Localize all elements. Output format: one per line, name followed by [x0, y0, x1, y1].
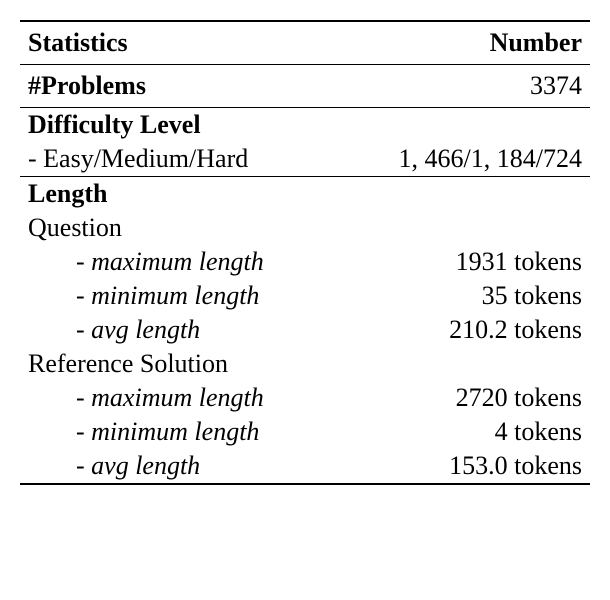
reference-avg-row: - avg length 153.0 tokens — [20, 449, 590, 483]
header-number: Number — [490, 28, 582, 58]
question-label-row: Question — [20, 211, 590, 245]
question-avg-row: - avg length 210.2 tokens — [20, 313, 590, 347]
length-heading: Length — [28, 179, 107, 209]
problems-value: 3374 — [530, 71, 582, 101]
difficulty-value: 1, 466/1, 184/724 — [399, 144, 582, 174]
difficulty-heading: Difficulty Level — [28, 110, 201, 140]
question-min-row: - minimum length 35 tokens — [20, 279, 590, 313]
reference-avg-value: 153.0 tokens — [449, 451, 582, 481]
problems-label: #Problems — [28, 71, 146, 101]
question-max-label: - maximum length — [28, 247, 264, 277]
reference-max-row: - maximum length 2720 tokens — [20, 381, 590, 415]
reference-min-label: - minimum length — [28, 417, 259, 447]
question-max-row: - maximum length 1931 tokens — [20, 245, 590, 279]
header-statistics: Statistics — [28, 28, 128, 58]
difficulty-row: - Easy/Medium/Hard 1, 466/1, 184/724 — [20, 142, 590, 176]
statistics-table: Statistics Number #Problems 3374 Difficu… — [20, 20, 590, 485]
length-heading-row: Length — [20, 177, 590, 211]
reference-max-label: - maximum length — [28, 383, 264, 413]
reference-min-value: 4 tokens — [495, 417, 582, 447]
question-min-value: 35 tokens — [482, 281, 582, 311]
reference-label-row: Reference Solution — [20, 347, 590, 381]
question-avg-value: 210.2 tokens — [449, 315, 582, 345]
reference-label: Reference Solution — [28, 349, 228, 379]
reference-max-value: 2720 tokens — [456, 383, 582, 413]
question-max-value: 1931 tokens — [456, 247, 582, 277]
question-label: Question — [28, 213, 122, 243]
problems-row: #Problems 3374 — [20, 65, 590, 107]
reference-min-row: - minimum length 4 tokens — [20, 415, 590, 449]
difficulty-heading-row: Difficulty Level — [20, 108, 590, 142]
question-avg-label: - avg length — [28, 315, 200, 345]
reference-avg-label: - avg length — [28, 451, 200, 481]
difficulty-label: - Easy/Medium/Hard — [28, 144, 248, 174]
question-min-label: - minimum length — [28, 281, 259, 311]
header-row: Statistics Number — [20, 22, 590, 64]
